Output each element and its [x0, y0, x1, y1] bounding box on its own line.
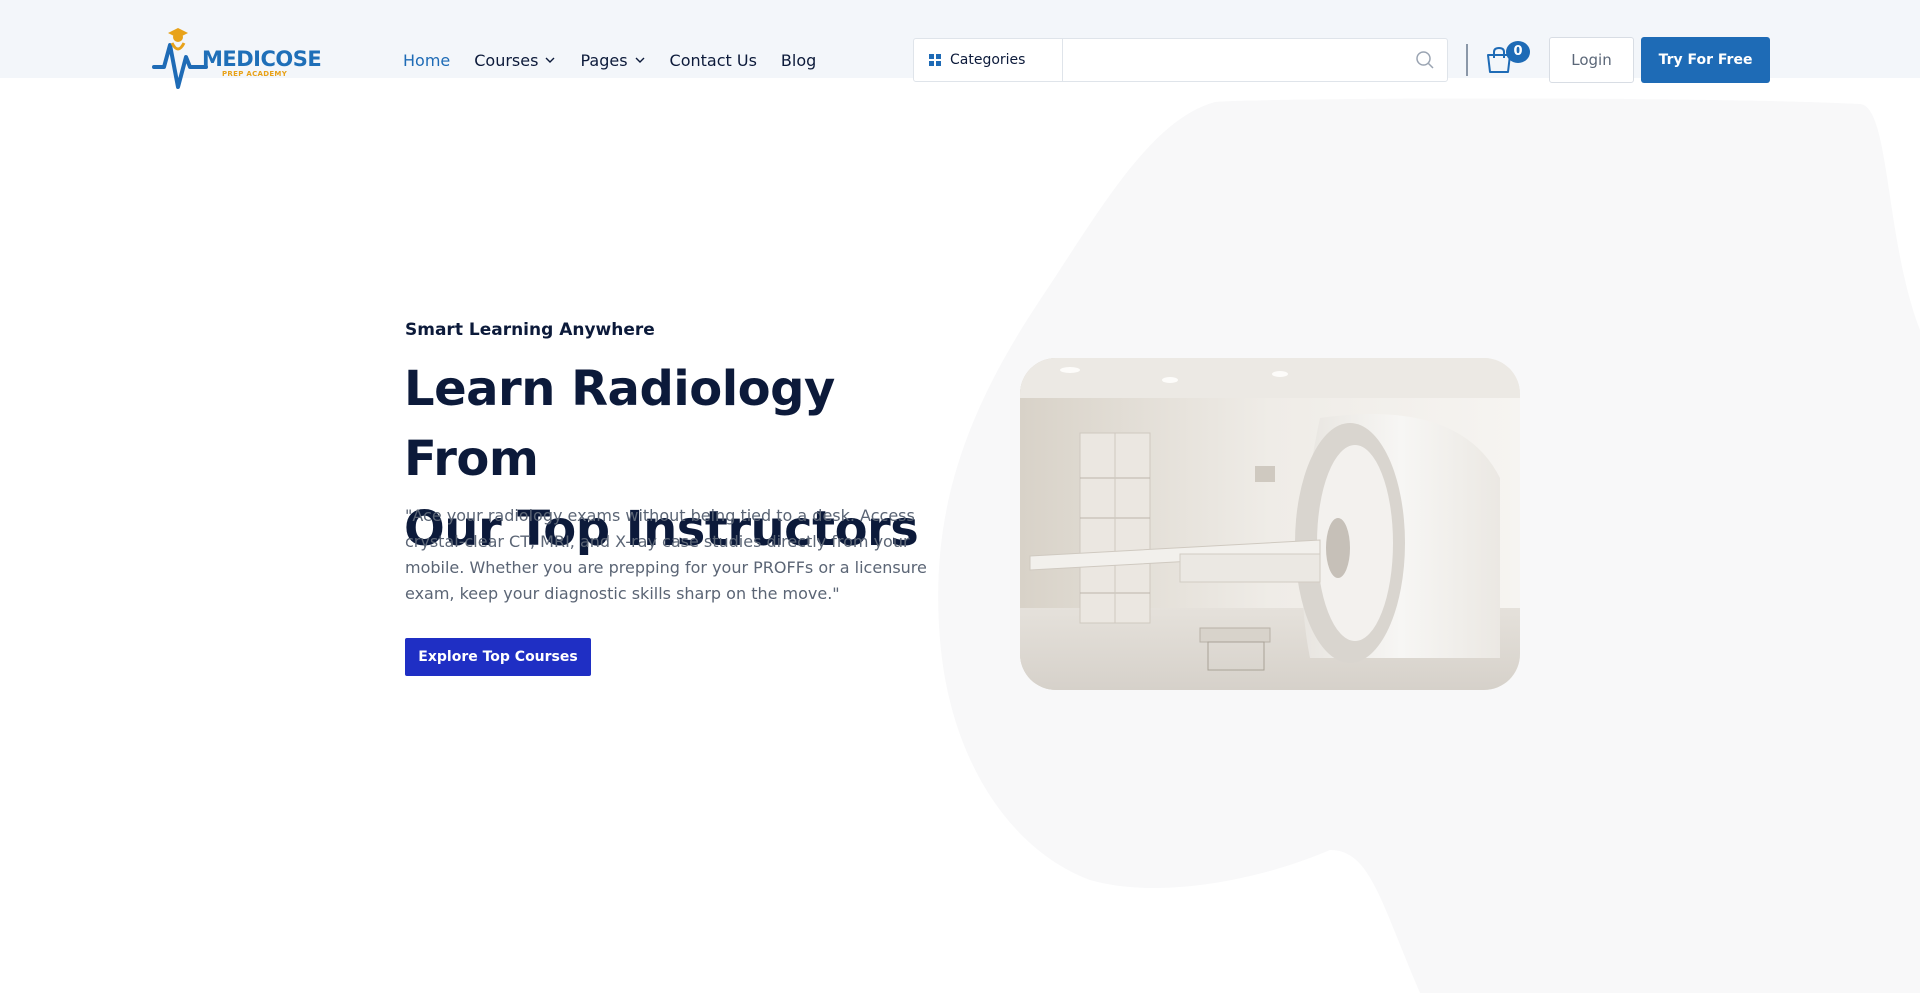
categories-button[interactable]: Categories	[913, 38, 1063, 82]
nav-item-pages[interactable]: Pages	[580, 49, 645, 71]
hero-eyebrow: Smart Learning Anywhere	[405, 320, 655, 340]
page: MEDICOSE PREP ACADEMY Home Courses Pages…	[0, 0, 1920, 993]
cart-count-badge: 0	[1506, 41, 1530, 63]
categories-label: Categories	[950, 52, 1026, 68]
nav-label-blog: Blog	[780, 50, 817, 70]
explore-courses-button[interactable]: Explore Top Courses	[405, 638, 591, 676]
try-for-free-button[interactable]: Try For Free	[1641, 37, 1770, 83]
nav-label-courses: Courses	[474, 50, 539, 70]
header-divider	[1466, 44, 1468, 76]
hero-title-line-1: Learn Radiology From	[404, 361, 835, 487]
chevron-down-icon	[635, 57, 645, 63]
logo-tagline: PREP ACADEMY	[222, 70, 288, 78]
nav-label-pages: Pages	[580, 50, 628, 70]
nav-label-contact: Contact Us	[669, 50, 757, 70]
search-icon[interactable]	[1415, 50, 1435, 70]
search-box	[1062, 38, 1448, 82]
mri-scanner-illustration	[1020, 358, 1520, 690]
grid-icon	[929, 54, 941, 66]
chevron-down-icon	[545, 57, 555, 63]
login-button[interactable]: Login	[1549, 37, 1634, 83]
nav-item-blog[interactable]: Blog	[781, 49, 816, 71]
nav-item-courses[interactable]: Courses	[474, 49, 556, 71]
nav-label-home: Home	[403, 50, 451, 70]
logo-wordmark: MEDICOSE	[202, 47, 322, 71]
hero-description: "Ace your radiology exams without being …	[405, 506, 927, 603]
logo-icon	[152, 28, 208, 89]
hero-image-mri-scanner	[1020, 358, 1520, 690]
main-nav: Home Courses Pages Contact Us Blog	[403, 49, 840, 71]
brand-logo[interactable]: MEDICOSE PREP ACADEMY	[150, 27, 322, 91]
nav-item-contact[interactable]: Contact Us	[670, 49, 757, 71]
search-input[interactable]	[1063, 39, 1403, 81]
nav-item-home[interactable]: Home	[403, 49, 450, 71]
